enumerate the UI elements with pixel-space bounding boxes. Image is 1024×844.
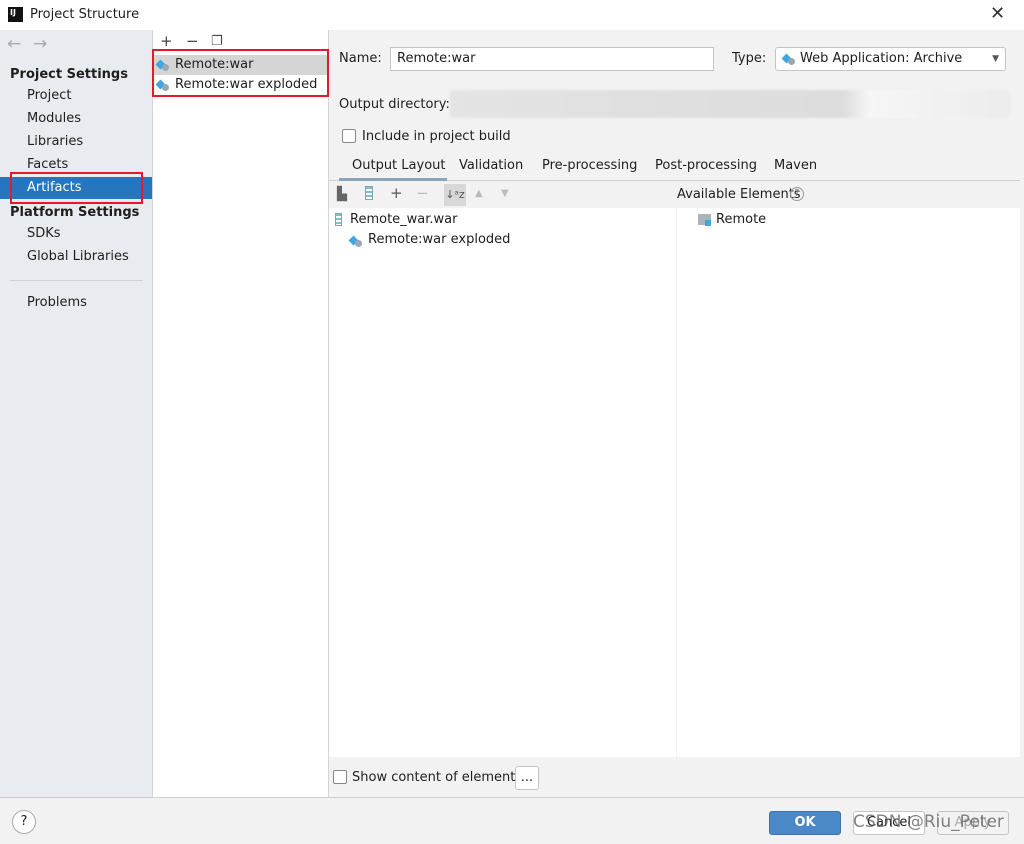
highlight-box	[152, 49, 329, 97]
title-bar: IJ Project Structure ✕	[0, 0, 1024, 30]
remove-icon[interactable]: −	[186, 32, 199, 50]
sidebar-item-project[interactable]: Project	[0, 85, 152, 107]
forward-icon[interactable]: →	[33, 34, 47, 54]
tab-validation[interactable]: Validation	[459, 158, 523, 173]
move-up-icon[interactable]: ▲	[475, 188, 483, 199]
sort-icon[interactable]: ↓ᵃz	[444, 184, 466, 206]
include-build-label: Include in project build	[362, 129, 511, 144]
divider	[10, 280, 143, 281]
help-button[interactable]: ?	[12, 810, 36, 834]
type-label: Type:	[732, 51, 767, 66]
add-element-icon[interactable]: +	[390, 184, 403, 202]
remove-element-icon[interactable]: −	[416, 184, 429, 202]
show-content-checkbox[interactable]	[333, 770, 347, 784]
available-elements-tree: Remote	[677, 208, 1020, 757]
sidebar-item-problems[interactable]: Problems	[0, 292, 152, 314]
window-title: Project Structure	[30, 7, 140, 22]
move-down-icon[interactable]: ▼	[501, 188, 509, 199]
tab-output-layout[interactable]: Output Layout	[352, 158, 445, 173]
chevron-down-icon: ▼	[992, 54, 999, 64]
type-value: Web Application: Archive	[800, 51, 963, 66]
tab-post-processing[interactable]: Post-processing	[655, 158, 757, 173]
output-directory-input[interactable]	[450, 90, 1010, 118]
name-label: Name:	[339, 51, 382, 66]
sidebar-item-libraries[interactable]: Libraries	[0, 131, 152, 153]
highlight-box	[10, 172, 143, 204]
active-tab-underline	[339, 178, 447, 181]
intellij-logo: IJ	[8, 7, 23, 22]
available-elements-label: Available Elements	[677, 187, 801, 202]
project-settings-heading: Project Settings	[10, 67, 128, 82]
output-directory-label: Output directory:	[339, 97, 450, 112]
copy-icon[interactable]: ❐	[211, 34, 223, 49]
platform-settings-heading: Platform Settings	[10, 205, 140, 220]
name-input[interactable]: Remote:war	[390, 47, 714, 71]
sidebar-item-modules[interactable]: Modules	[0, 108, 152, 130]
artifact-list-panel: + − ❐ Remote:war Remote:war exploded	[152, 30, 329, 797]
new-folder-icon[interactable]: ▙	[337, 187, 347, 202]
archive-icon[interactable]	[365, 186, 373, 200]
help-icon[interactable]: ?	[790, 187, 804, 201]
back-icon[interactable]: ←	[7, 34, 21, 54]
output-layout-tree: Remote_war.war Remote:war exploded	[329, 208, 676, 757]
sidebar-item-global-libraries[interactable]: Global Libraries	[0, 246, 152, 268]
sidebar-item-sdks[interactable]: SDKs	[0, 223, 152, 245]
module-badge-icon	[705, 220, 711, 226]
tab-pre-processing[interactable]: Pre-processing	[542, 158, 637, 173]
artifact-icon	[350, 235, 362, 247]
ok-button[interactable]: OK	[769, 811, 841, 835]
close-icon[interactable]: ✕	[990, 3, 1005, 24]
tab-maven[interactable]: Maven	[774, 158, 817, 173]
web-app-icon	[783, 53, 795, 65]
archive-icon	[335, 213, 342, 226]
include-build-checkbox[interactable]	[342, 129, 356, 143]
watermark: CSDN @Riu_Peter	[853, 812, 1004, 832]
type-select[interactable]: Web Application: Archive ▼	[775, 47, 1006, 71]
add-icon[interactable]: +	[160, 32, 173, 50]
more-button[interactable]: ...	[515, 766, 539, 790]
tree-node[interactable]: Remote	[716, 212, 766, 227]
tree-node[interactable]: Remote:war exploded	[368, 232, 510, 247]
tree-node[interactable]: Remote_war.war	[350, 212, 458, 227]
show-content-label: Show content of elements	[352, 770, 523, 785]
sidebar: ← → Project Settings Project Modules Lib…	[0, 30, 153, 797]
